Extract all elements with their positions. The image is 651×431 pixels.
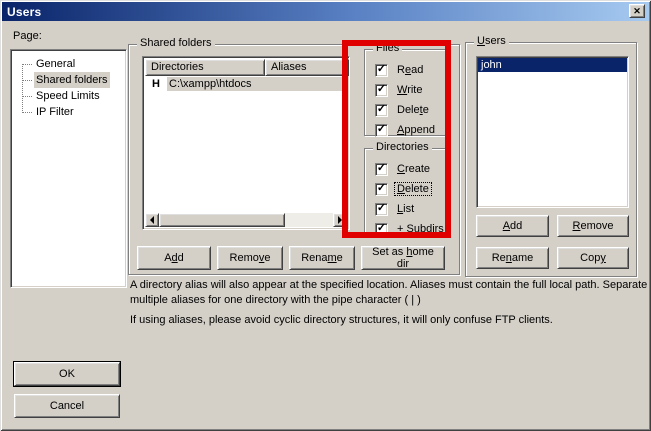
checkbox-icon: ✓ (375, 124, 388, 137)
users-group-label: Users (474, 35, 509, 48)
tree-item-label: Speed Limits (34, 88, 102, 104)
scroll-right-icon (338, 216, 346, 224)
checkbox-icon: ✓ (375, 163, 388, 176)
home-flag: H (145, 78, 167, 90)
close-icon: ✕ (633, 6, 641, 17)
scroll-left-button[interactable] (145, 213, 159, 227)
checkbox-write[interactable]: ✓ Write (375, 83, 424, 97)
check-icon: ✓ (377, 183, 386, 194)
alias-info-text: A directory alias will also appear at th… (130, 278, 649, 333)
scroll-right-button[interactable] (333, 213, 347, 227)
tree-item-shared-folders[interactable]: Shared folders (11, 72, 126, 88)
rename-directory-button[interactable]: Rename (289, 246, 355, 270)
check-icon: ✓ (377, 223, 386, 234)
check-icon: ✓ (377, 104, 386, 115)
checkbox-icon: ✓ (375, 64, 388, 77)
column-header-directories[interactable]: Directories (145, 59, 265, 76)
checkbox-label: List (395, 203, 416, 215)
button-label: Rename (301, 252, 343, 264)
tree-item-general[interactable]: General (11, 56, 126, 72)
checkbox-delete-file[interactable]: ✓ Delete (375, 103, 431, 117)
directory-row[interactable]: H C:\xampp\htdocs (145, 77, 347, 91)
checkbox-create[interactable]: ✓ Create (375, 162, 432, 176)
checkbox-icon: ✓ (375, 183, 388, 196)
alias-info-paragraph-2: If using aliases, please avoid cyclic di… (130, 313, 649, 328)
checkbox-icon: ✓ (375, 104, 388, 117)
remove-directory-button[interactable]: Remove (217, 246, 283, 270)
checkbox-list[interactable]: ✓ List (375, 202, 416, 216)
check-icon: ✓ (377, 84, 386, 95)
checkbox-label: + Subdirs (395, 223, 446, 235)
tree-item-label: Shared folders (34, 72, 110, 88)
shared-folders-group-label: Shared folders (137, 37, 215, 50)
checkbox-icon: ✓ (375, 223, 388, 236)
directories-group-label: Directories (373, 141, 432, 154)
button-label: Remove (573, 220, 614, 232)
column-header-aliases[interactable]: Aliases (265, 59, 349, 76)
button-label: Rename (492, 252, 534, 264)
checkbox-label: Write (395, 84, 424, 96)
checkbox-label: Read (395, 64, 425, 76)
set-as-home-dir-button[interactable]: Set as home dir (361, 246, 445, 270)
checkbox-label: Delete (395, 104, 431, 116)
tree-item-label: IP Filter (34, 104, 76, 120)
checkbox-icon: ✓ (375, 203, 388, 216)
page-tree[interactable]: General Shared folders Speed Limits IP F… (10, 49, 127, 288)
rename-user-button[interactable]: Rename (476, 247, 549, 269)
directory-path: C:\xampp\htdocs (167, 77, 347, 91)
users-group: Users john Add Remove Rename Copy (465, 42, 637, 277)
page-label: Page: (13, 30, 42, 42)
close-button[interactable]: ✕ (629, 4, 645, 18)
checkbox-label: Create (395, 163, 432, 175)
button-label: Add (503, 220, 523, 232)
checkbox-append[interactable]: ✓ Append (375, 123, 437, 137)
button-label: Copy (580, 252, 606, 264)
checkbox-read[interactable]: ✓ Read (375, 63, 425, 77)
button-label: Remove (230, 252, 271, 264)
checkbox-icon: ✓ (375, 84, 388, 97)
files-permissions-group: Files ✓ Read ✓ Write ✓ Delete ✓ Append (364, 49, 447, 136)
tree-item-ip-filter[interactable]: IP Filter (11, 104, 126, 120)
window-title: Users (7, 5, 41, 19)
add-directory-button[interactable]: Add (137, 246, 211, 270)
directories-listview[interactable]: Directories Aliases H C:\xampp\htdocs (142, 56, 350, 230)
scrollbar-thumb[interactable] (159, 213, 285, 227)
check-icon: ✓ (377, 124, 386, 135)
scroll-left-icon (146, 216, 154, 224)
alias-info-paragraph-1: A directory alias will also appear at th… (130, 278, 649, 308)
copy-user-button[interactable]: Copy (557, 247, 629, 269)
button-label: Set as home dir (368, 246, 438, 270)
listview-header: Directories Aliases (145, 59, 349, 76)
button-label: Add (164, 252, 184, 264)
tree-item-label: General (34, 56, 77, 72)
user-list-item[interactable]: john (478, 58, 627, 72)
files-group-label: Files (373, 42, 402, 55)
check-icon: ✓ (377, 64, 386, 75)
check-icon: ✓ (377, 203, 386, 214)
directories-permissions-group: Directories ✓ Create ✓ Delete ✓ List ✓ +… (364, 148, 447, 236)
checkbox-subdirs[interactable]: ✓ + Subdirs (375, 222, 446, 236)
users-listbox[interactable]: john (476, 56, 629, 208)
tree-item-speed-limits[interactable]: Speed Limits (11, 88, 126, 104)
checkbox-label: Append (395, 124, 437, 136)
check-icon: ✓ (377, 163, 386, 174)
remove-user-button[interactable]: Remove (557, 215, 629, 237)
cancel-button[interactable]: Cancel (14, 394, 120, 418)
add-user-button[interactable]: Add (476, 215, 549, 237)
checkbox-label: Delete (395, 183, 431, 195)
ok-button[interactable]: OK (14, 362, 120, 386)
horizontal-scrollbar[interactable] (145, 213, 347, 227)
checkbox-delete-dir[interactable]: ✓ Delete (375, 182, 431, 196)
users-dialog: Users ✕ Page: General Shared folders Spe… (0, 0, 651, 431)
shared-folders-group: Shared folders Directories Aliases H C:\… (128, 44, 460, 275)
title-bar[interactable]: Users (2, 2, 649, 21)
